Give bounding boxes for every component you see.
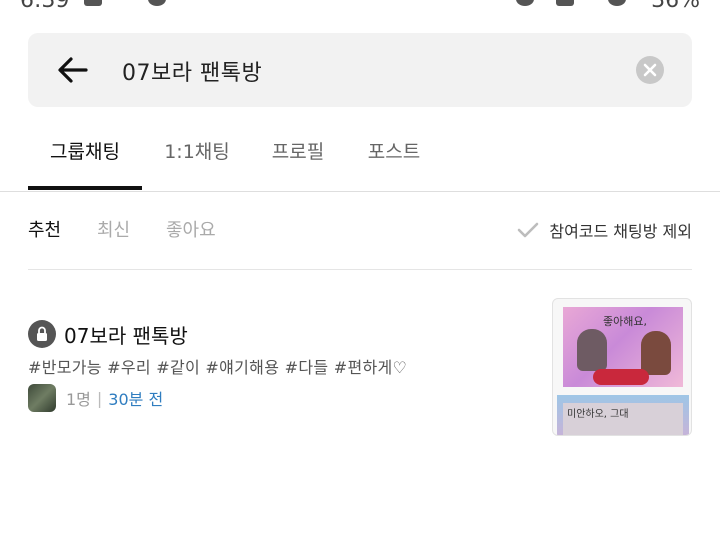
back-button[interactable] bbox=[52, 49, 94, 91]
meta-separator: | bbox=[96, 388, 103, 408]
room-title: 07보라 팬톡방 bbox=[64, 324, 188, 348]
last-active-time: 30분 전 bbox=[108, 390, 164, 409]
thumbnail-image-top: 좋아해요, bbox=[563, 307, 683, 387]
thumbnail-caption-top: 좋아해요, bbox=[603, 315, 647, 328]
sort-filters: 추천 최신 좋아요 참여코드 채팅방 제외 bbox=[28, 212, 692, 248]
search-input[interactable]: 07보라 팬톡방 bbox=[122, 55, 262, 87]
alarm-icon bbox=[516, 0, 534, 6]
sync-icon bbox=[608, 0, 626, 6]
thumbnail-image-bottom: 미안하오, 그대 bbox=[557, 395, 689, 435]
avatar bbox=[28, 384, 56, 412]
checkmark-icon bbox=[518, 222, 539, 238]
tab-post[interactable]: 포스트 bbox=[354, 120, 434, 191]
member-count: 1명 bbox=[66, 390, 91, 409]
clear-search-button[interactable] bbox=[636, 56, 664, 84]
tab-one-to-one-chat[interactable]: 1:1채팅 bbox=[152, 120, 242, 191]
room-thumbnail: 좋아해요, 미안하오, 그대 bbox=[552, 298, 692, 436]
room-hashtags: #반모가능 #우리 #같이 #얘기해용 #다들 #편하게♡ bbox=[28, 358, 408, 377]
filters-divider bbox=[28, 269, 692, 270]
exclude-code-rooms-toggle[interactable]: 참여코드 채팅방 제외 bbox=[517, 216, 692, 244]
close-icon bbox=[643, 63, 657, 77]
thumbnail-caption-bottom: 미안하오, 그대 bbox=[567, 409, 629, 420]
filter-likes[interactable]: 좋아요 bbox=[166, 216, 216, 242]
active-tab-indicator bbox=[28, 186, 142, 190]
tab-group-chat[interactable]: 그룹채팅 bbox=[28, 120, 142, 191]
room-meta: 1명 | 30분 전 bbox=[28, 384, 163, 412]
tab-profile[interactable]: 프로필 bbox=[260, 120, 336, 191]
chat-room-result[interactable]: 07보라 팬톡방 #반모가능 #우리 #같이 #얘기해용 #다들 #편하게♡ 1… bbox=[28, 296, 692, 438]
filter-recommended[interactable]: 추천 bbox=[28, 216, 61, 242]
lock-icon bbox=[28, 320, 56, 348]
message-icon bbox=[148, 0, 166, 6]
exclude-code-rooms-label: 참여코드 채팅방 제외 bbox=[549, 222, 692, 241]
search-bar: 07보라 팬톡방 bbox=[28, 33, 692, 107]
tabs-divider bbox=[0, 191, 720, 192]
status-bar: 6:39 36% bbox=[0, 0, 720, 14]
status-time: 6:39 bbox=[20, 0, 70, 13]
notification-icon bbox=[84, 0, 102, 6]
battery-level: 36% bbox=[651, 0, 700, 13]
arrow-left-icon bbox=[58, 57, 88, 83]
mute-icon bbox=[556, 0, 574, 6]
filter-latest[interactable]: 최신 bbox=[97, 216, 130, 242]
